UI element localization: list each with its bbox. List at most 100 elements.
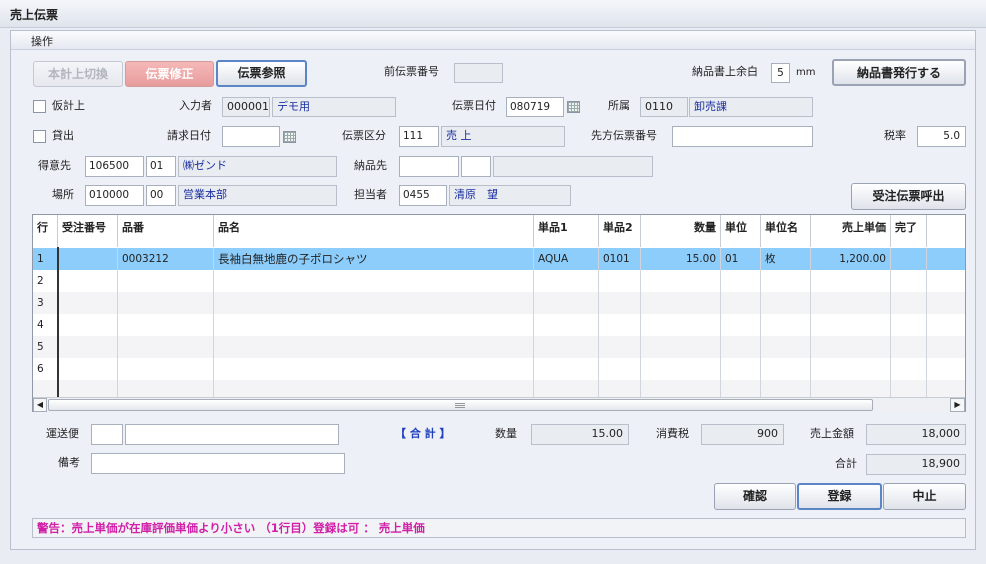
price-cell[interactable]: 1,200.00: [811, 248, 891, 270]
grid-cell[interactable]: [891, 358, 927, 380]
table-row[interactable]: 4: [33, 314, 965, 336]
calendar-icon[interactable]: [283, 131, 296, 143]
margin-input[interactable]: 5: [771, 63, 790, 83]
order-no-cell[interactable]: [58, 248, 118, 270]
grid-cell[interactable]: [891, 314, 927, 336]
scroll-right-icon[interactable]: ▶: [950, 398, 965, 412]
grid-cell[interactable]: [58, 292, 118, 314]
grid-cell[interactable]: [811, 358, 891, 380]
slip-date-input[interactable]: 080719: [506, 97, 564, 117]
grid-cell[interactable]: [761, 380, 811, 398]
menu-operation[interactable]: 操作: [31, 33, 53, 49]
slip-fix-button[interactable]: 伝票修正: [125, 61, 214, 87]
grid-cell[interactable]: [214, 314, 534, 336]
carrier-name-input[interactable]: [125, 424, 339, 445]
grid-cell[interactable]: [641, 358, 721, 380]
grid-cell[interactable]: [641, 270, 721, 292]
confirm-button[interactable]: 確認: [714, 483, 796, 510]
column-header[interactable]: 完了: [891, 215, 927, 247]
issue-delivery-note-button[interactable]: 納品書発行する: [832, 59, 966, 86]
grid-cell[interactable]: [721, 336, 761, 358]
slip-type-code-input[interactable]: 111: [399, 126, 439, 147]
table-row[interactable]: 5: [33, 336, 965, 358]
column-header[interactable]: 品番: [118, 215, 214, 247]
tax-rate-input[interactable]: 5.0: [917, 126, 966, 147]
loan-checkbox[interactable]: [33, 130, 46, 143]
grid-cell[interactable]: [58, 314, 118, 336]
grid-cell[interactable]: [118, 292, 214, 314]
provisional-checkbox[interactable]: [33, 100, 46, 113]
sku1-cell[interactable]: AQUA: [534, 248, 599, 270]
column-header[interactable]: 単位: [721, 215, 761, 247]
grid-cell[interactable]: [58, 380, 118, 398]
column-header[interactable]: 売上単価: [811, 215, 891, 247]
place-sub-input[interactable]: 00: [146, 185, 176, 206]
grid-cell[interactable]: [811, 380, 891, 398]
grid-cell[interactable]: [534, 270, 599, 292]
column-header[interactable]: 単位名: [761, 215, 811, 247]
grid-cell[interactable]: [761, 292, 811, 314]
scroll-thumb[interactable]: [48, 399, 873, 411]
main-switch-button[interactable]: 本計上切換: [33, 61, 123, 87]
grid-cell[interactable]: [721, 358, 761, 380]
grid-cell[interactable]: [811, 292, 891, 314]
table-row[interactable]: 6: [33, 358, 965, 380]
grid-cell[interactable]: [811, 314, 891, 336]
calendar-icon[interactable]: [567, 101, 580, 113]
grid-cell[interactable]: [761, 270, 811, 292]
register-button[interactable]: 登録: [797, 483, 882, 510]
delivery-code-input[interactable]: [399, 156, 459, 177]
grid-cell[interactable]: [214, 336, 534, 358]
grid-cell[interactable]: [214, 380, 534, 398]
grid-cell[interactable]: [58, 358, 118, 380]
grid-cell[interactable]: [721, 292, 761, 314]
grid-cell[interactable]: [761, 314, 811, 336]
column-header[interactable]: 単品2: [599, 215, 641, 247]
grid-cell[interactable]: [721, 380, 761, 398]
table-row[interactable]: 3: [33, 292, 965, 314]
done-cell[interactable]: [891, 248, 927, 270]
table-row[interactable]: 1 0003212 長袖白無地鹿の子ポロシャツ AQUA 0101 15.00 …: [33, 248, 965, 270]
grid-cell[interactable]: [58, 270, 118, 292]
column-header[interactable]: 品名: [214, 215, 534, 247]
grid-cell[interactable]: [721, 314, 761, 336]
column-header[interactable]: 数量: [641, 215, 721, 247]
cancel-button[interactable]: 中止: [883, 483, 966, 510]
grid-cell[interactable]: [641, 292, 721, 314]
grid-cell[interactable]: [214, 292, 534, 314]
grid-cell[interactable]: [891, 292, 927, 314]
order-slip-call-button[interactable]: 受注伝票呼出: [851, 183, 966, 210]
carrier-code-input[interactable]: [91, 424, 123, 445]
staff-code-input[interactable]: 0455: [399, 185, 447, 206]
grid-cell[interactable]: [811, 270, 891, 292]
grid-cell[interactable]: [534, 380, 599, 398]
column-header[interactable]: 行: [33, 215, 58, 247]
horizontal-scrollbar[interactable]: ◀ ▶: [33, 397, 965, 412]
grid-cell[interactable]: [891, 270, 927, 292]
unit-name-cell[interactable]: 枚: [761, 248, 811, 270]
place-code-input[interactable]: 010000: [85, 185, 144, 206]
grid-cell[interactable]: [534, 358, 599, 380]
grid-cell[interactable]: [599, 292, 641, 314]
grid-cell[interactable]: [891, 336, 927, 358]
partner-slip-input[interactable]: [672, 126, 813, 147]
grid-cell[interactable]: [641, 380, 721, 398]
grid-cell[interactable]: [599, 380, 641, 398]
grid-cell[interactable]: [118, 380, 214, 398]
grid-cell[interactable]: [811, 336, 891, 358]
grid-cell[interactable]: [118, 336, 214, 358]
slip-reference-button[interactable]: 伝票参照: [216, 60, 307, 87]
grid-cell[interactable]: [118, 358, 214, 380]
grid-cell[interactable]: [641, 314, 721, 336]
customer-code-input[interactable]: 106500: [85, 156, 144, 177]
unit-cell[interactable]: 01: [721, 248, 761, 270]
grid-cell[interactable]: [214, 270, 534, 292]
item-code-cell[interactable]: 0003212: [118, 248, 214, 270]
grid-cell[interactable]: [721, 270, 761, 292]
grid-cell[interactable]: [761, 336, 811, 358]
customer-sub-input[interactable]: 01: [146, 156, 176, 177]
grid-cell[interactable]: [599, 270, 641, 292]
grid-cell[interactable]: [534, 292, 599, 314]
grid-cell[interactable]: [761, 358, 811, 380]
grid-cell[interactable]: [891, 380, 927, 398]
